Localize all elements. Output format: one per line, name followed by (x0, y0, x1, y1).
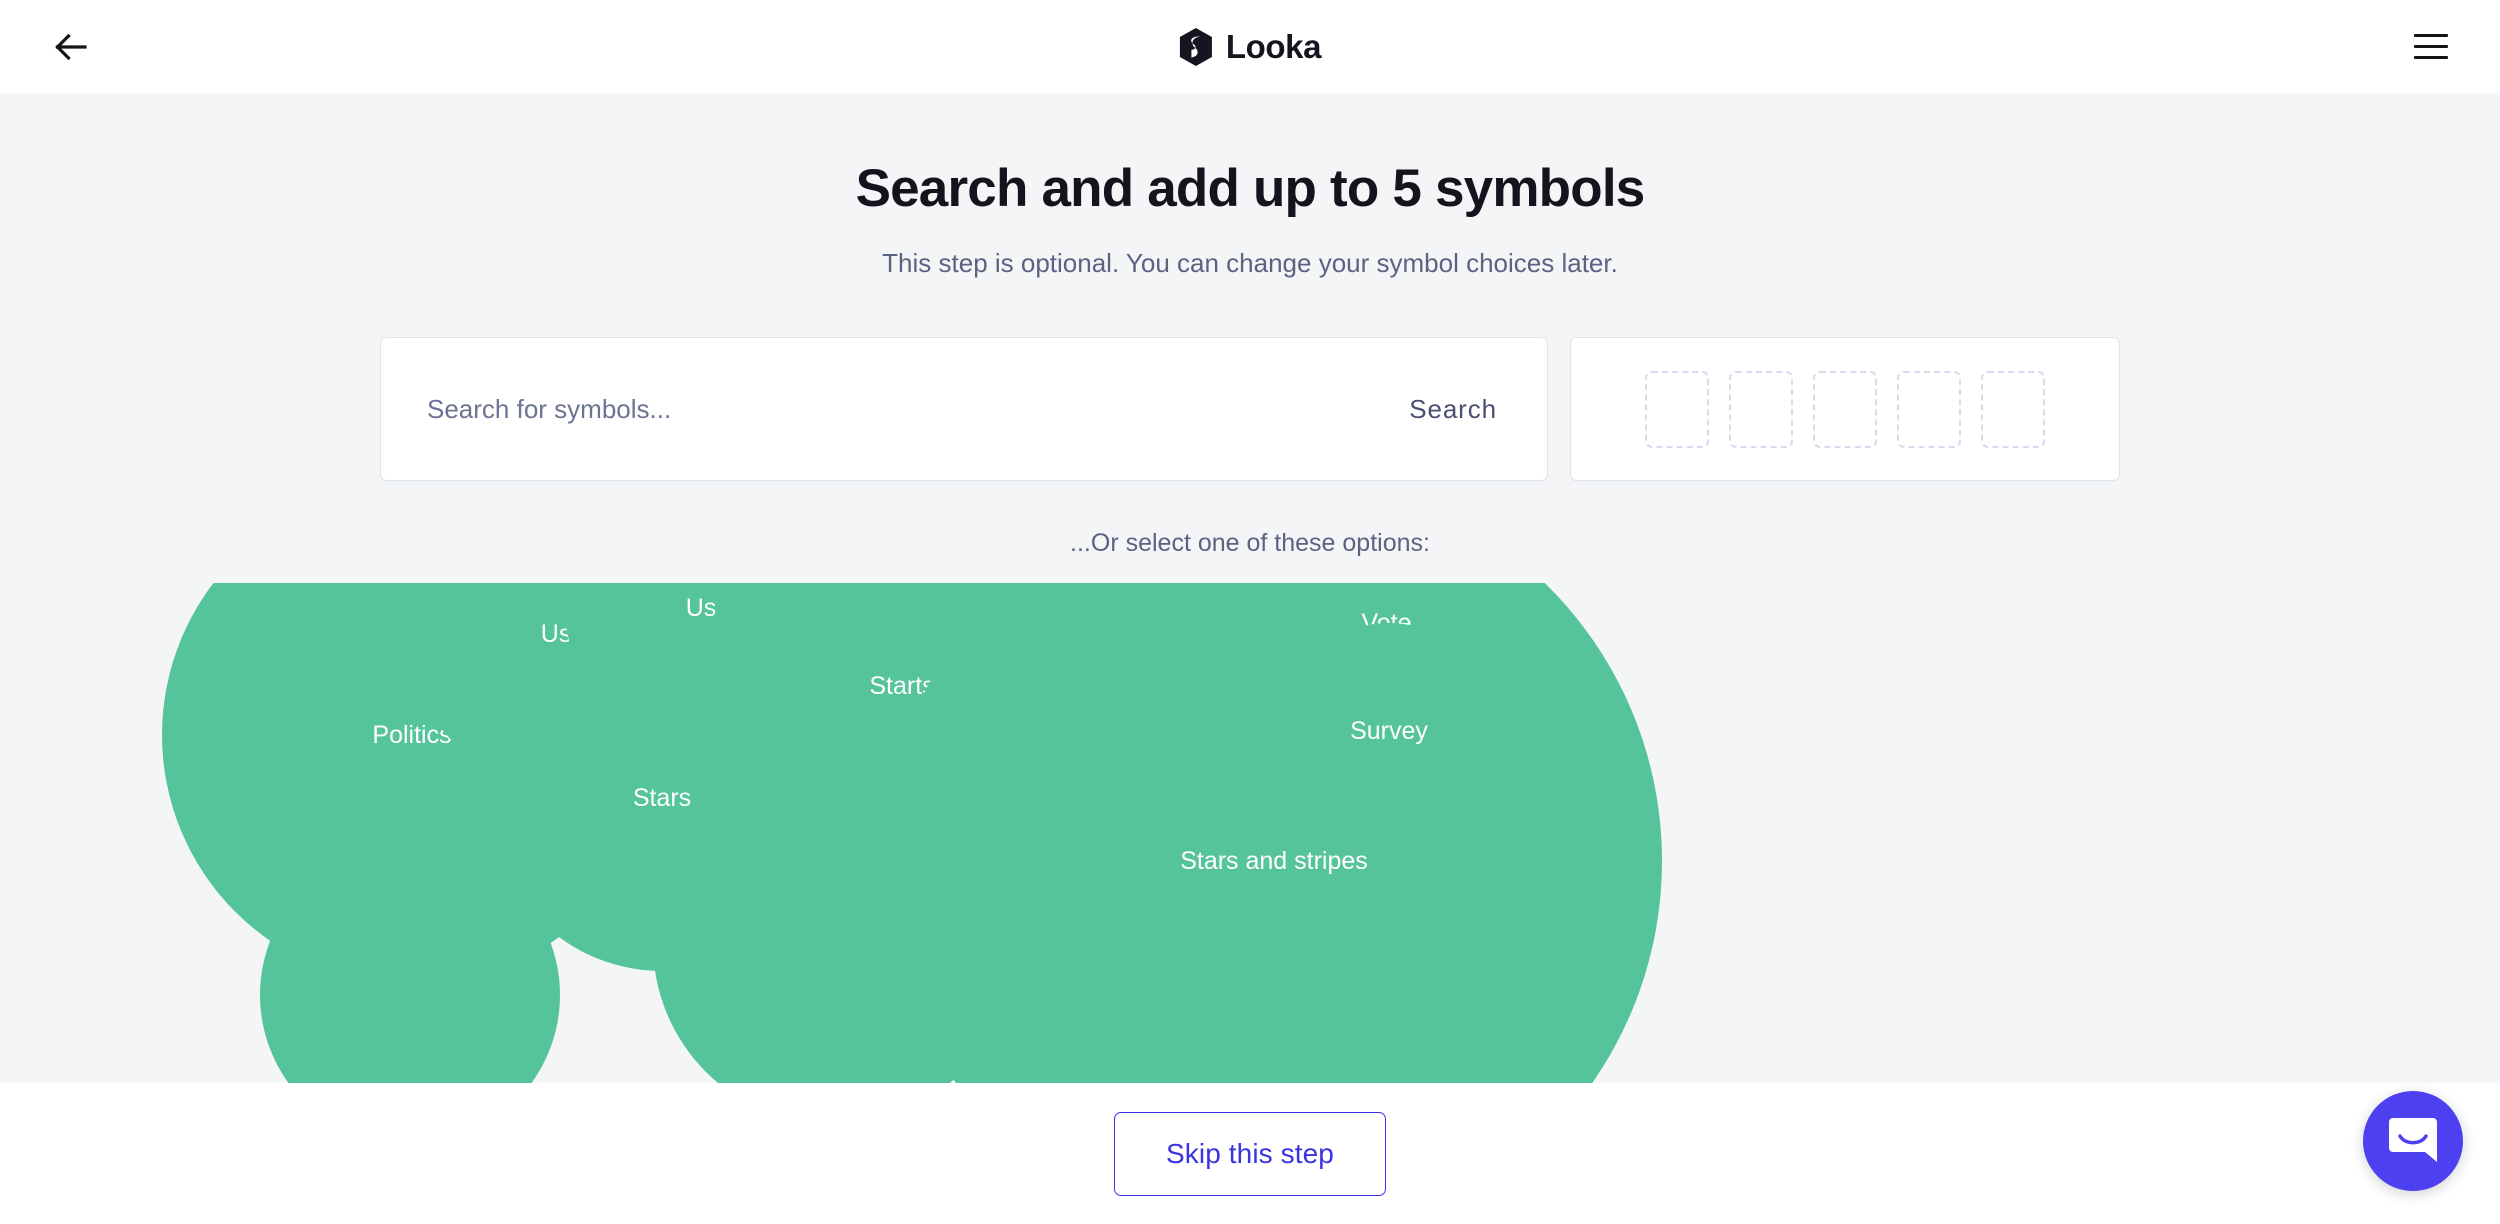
brand-logo[interactable]: Looka (1179, 27, 1322, 66)
hamburger-menu-icon (2414, 45, 2448, 48)
brand-name: Looka (1225, 28, 1322, 65)
looka-hexagon-logo-icon (1179, 27, 1212, 66)
main-content: Search and add up to 5 symbols This step… (0, 93, 2500, 1083)
chat-bubble-smile-icon (2389, 1118, 2437, 1162)
footer-bar: Skip this step (0, 1083, 2500, 1224)
symbol-bubble-survey[interactable]: Survey (1281, 623, 1497, 839)
selected-symbol-slots-panel (1570, 337, 2120, 482)
symbol-slot-3[interactable] (1813, 370, 1877, 448)
symbol-slot-1[interactable] (1645, 370, 1709, 448)
page-subtitle: This step is optional. You can change yo… (882, 248, 1618, 279)
symbol-slot-5[interactable] (1981, 370, 2045, 448)
search-input[interactable] (381, 338, 1390, 481)
options-hint: ...Or select one of these options: (1070, 529, 1430, 558)
looka-symbol-picker-page: Looka Search and add up to 5 symbols Thi… (0, 0, 2500, 1224)
hamburger-menu-icon (2414, 56, 2448, 59)
symbol-bubble-label: Stars (632, 783, 692, 812)
chat-launcher-button[interactable] (2363, 1091, 2463, 1191)
symbol-bubble-label: Survey (1350, 716, 1428, 745)
search-button[interactable]: Search (1389, 338, 1547, 480)
search-row: Search (380, 281, 2120, 482)
skip-this-step-button[interactable]: Skip this step (1114, 1111, 1386, 1196)
back-button[interactable] (44, 20, 98, 74)
hamburger-menu-icon (2414, 34, 2448, 37)
symbol-slot-2[interactable] (1729, 370, 1793, 448)
symbol-search-box[interactable]: Search (380, 337, 1548, 482)
app-header: Looka (0, 0, 2500, 93)
hamburger-menu-button[interactable] (2404, 20, 2458, 74)
symbol-bubble-label: Stars and stripes (1180, 846, 1368, 875)
arrow-left-icon (55, 33, 87, 60)
page-title: Search and add up to 5 symbols (855, 159, 1646, 218)
symbol-slot-4[interactable] (1897, 370, 1961, 448)
symbol-bubble-cloud: PoliticsUsaUsStartsStars and stripesVote… (0, 583, 2500, 1083)
